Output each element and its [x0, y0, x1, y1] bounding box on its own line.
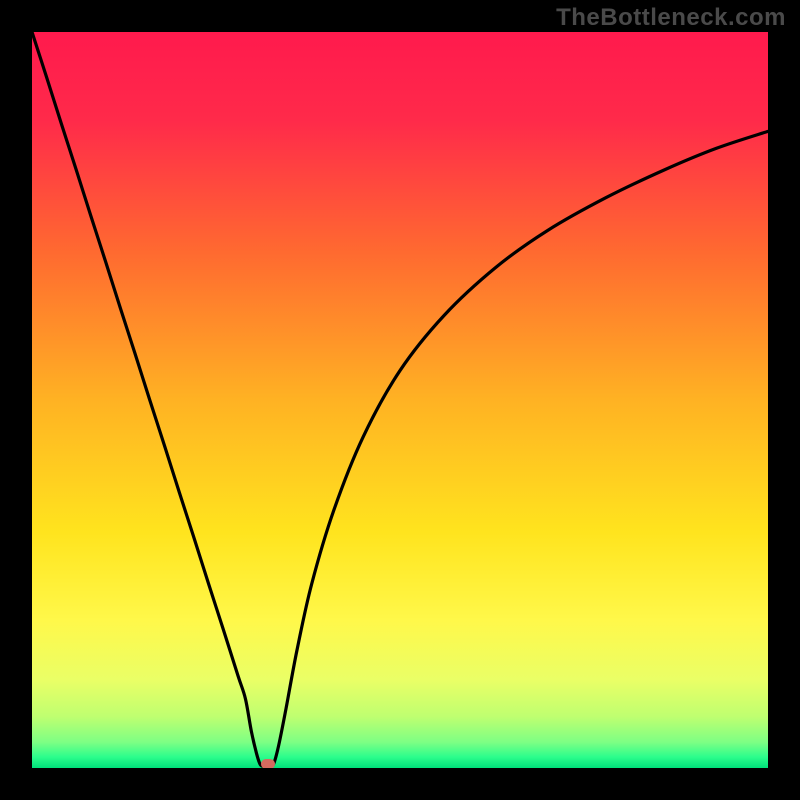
curve-left-branch [32, 32, 268, 768]
plot-area [32, 32, 768, 768]
minimum-marker [261, 759, 275, 768]
curve-plot [32, 32, 768, 768]
curve-right-branch [268, 131, 768, 768]
watermark-text: TheBottleneck.com [556, 4, 786, 32]
chart-frame: TheBottleneck.com [0, 0, 800, 800]
